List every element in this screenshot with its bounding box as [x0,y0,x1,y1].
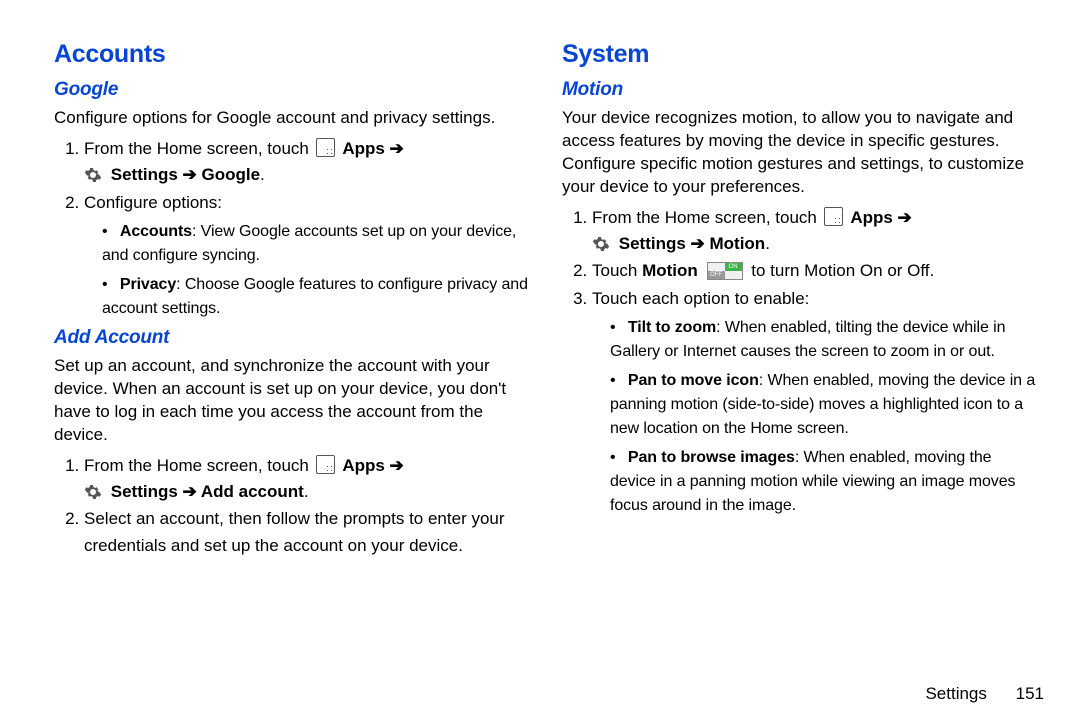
add-account-steps: From the Home screen, touch Apps ➔ Setti… [54,453,530,559]
add-account-lead: Set up an account, and synchronize the a… [54,355,530,447]
apps-label: Apps [342,139,385,158]
motion-step-2: Touch Motion ONOFF to turn Motion On or … [592,258,1038,284]
step-text: From the Home screen, touch [84,139,314,158]
motion-step-1: From the Home screen, touch Apps ➔ Setti… [592,205,1038,258]
heading-accounts: Accounts [54,40,530,69]
option-label: Pan to browse images [628,449,795,466]
settings-path: Settings ➔ Motion [619,234,765,253]
apps-label: Apps [342,456,385,475]
settings-icon [592,235,610,253]
apps-icon [316,138,335,157]
google-option-accounts: Accounts: View Google accounts set up on… [102,220,530,268]
subheading-google: Google [54,79,530,101]
settings-path: Settings ➔ Add account [111,482,304,501]
footer-page-number: 151 [1016,684,1044,703]
heading-system: System [562,40,1038,69]
settings-icon [84,483,102,501]
google-step-2: Configure options: Accounts: View Google… [84,190,530,321]
step-text: Configure options: [84,193,222,212]
settings-icon [84,166,102,184]
apps-icon [316,455,335,474]
google-steps: From the Home screen, touch Apps ➔ Setti… [54,136,530,321]
google-step-1: From the Home screen, touch Apps ➔ Setti… [84,136,530,189]
add-account-step-2: Select an account, then follow the promp… [84,506,530,559]
option-label: Tilt to zoom [628,319,716,336]
add-account-step-1: From the Home screen, touch Apps ➔ Setti… [84,453,530,506]
arrow-glyph: ➔ [385,139,404,158]
option-label: Privacy [120,276,176,293]
option-label: Accounts [120,223,192,240]
settings-path: Settings ➔ Google [111,165,260,184]
motion-option-pan-images: Pan to browse images: When enabled, movi… [610,446,1038,518]
step-text: Touch each option to enable: [592,289,809,308]
motion-lead: Your device recognizes motion, to allow … [562,107,1038,199]
step-text: From the Home screen, touch [84,456,314,475]
step-text: From the Home screen, touch [592,208,822,227]
step-text: Touch [592,261,642,280]
arrow-glyph: ➔ [893,208,912,227]
apps-label: Apps [850,208,893,227]
toggle-on-off-icon: ONOFF [707,262,743,280]
google-lead: Configure options for Google account and… [54,107,530,130]
step-text: to turn Motion On or Off. [751,261,934,280]
footer-section: Settings [925,684,986,703]
motion-label: Motion [642,261,698,280]
page-footer: Settings 151 [925,684,1044,704]
arrow-glyph: ➔ [385,456,404,475]
motion-option-pan-icon: Pan to move icon: When enabled, moving t… [610,369,1038,441]
subheading-motion: Motion [562,79,1038,101]
right-column: System Motion Your device recognizes mot… [546,40,1038,696]
option-label: Pan to move icon [628,372,759,389]
google-options: Accounts: View Google accounts set up on… [84,220,530,321]
google-option-privacy: Privacy: Choose Google features to confi… [102,273,530,321]
apps-icon [824,207,843,226]
motion-step-3: Touch each option to enable: Tilt to zoo… [592,286,1038,518]
motion-steps: From the Home screen, touch Apps ➔ Setti… [562,205,1038,518]
motion-option-tilt: Tilt to zoom: When enabled, tilting the … [610,316,1038,364]
motion-options: Tilt to zoom: When enabled, tilting the … [592,316,1038,518]
left-column: Accounts Google Configure options for Go… [54,40,546,696]
step-text: Select an account, then follow the promp… [84,509,505,554]
subheading-add-account: Add Account [54,327,530,349]
